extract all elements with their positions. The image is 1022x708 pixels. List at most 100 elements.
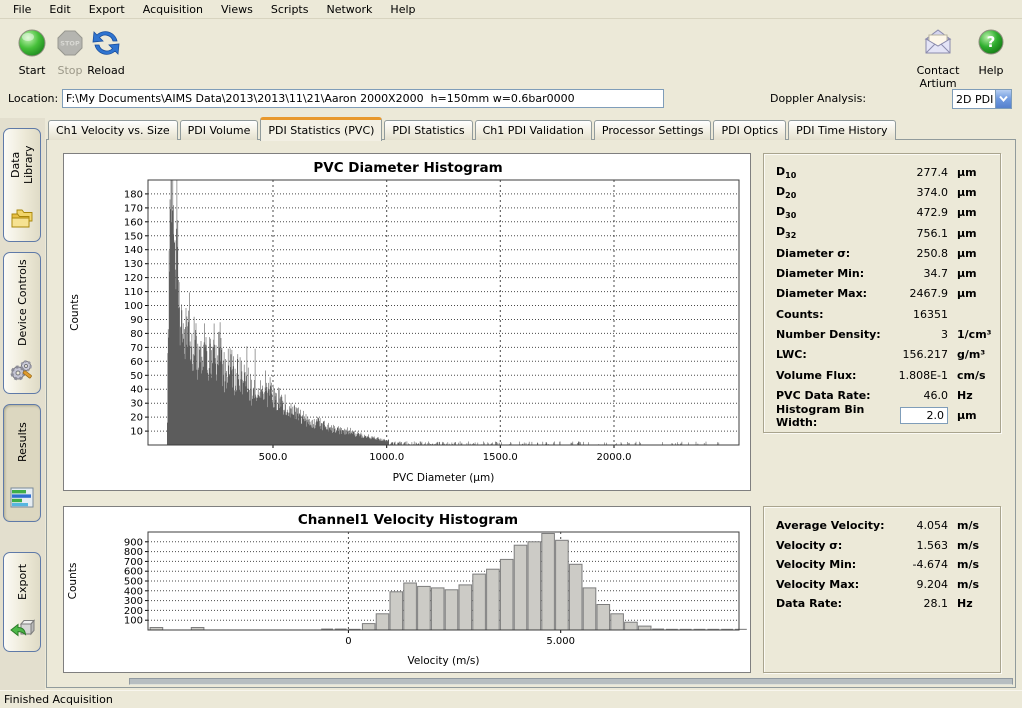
- svg-text:1500.0: 1500.0: [483, 452, 518, 463]
- doppler-analysis-select[interactable]: 2D PDI: [952, 89, 1012, 109]
- svg-text:900: 900: [124, 537, 143, 548]
- sidebar-item-data-library[interactable]: Data Library: [3, 128, 41, 242]
- menu-file[interactable]: File: [4, 1, 40, 18]
- stat-label: LWC:: [776, 348, 882, 361]
- stat-value: 16351: [882, 308, 948, 321]
- stat-value: 46.0: [882, 389, 948, 402]
- menu-network[interactable]: Network: [317, 1, 381, 18]
- location-input[interactable]: [62, 89, 664, 108]
- stat-value: 277.4: [882, 166, 948, 179]
- svg-text:180: 180: [124, 189, 143, 200]
- stat-label: Volume Flux:: [776, 369, 882, 382]
- velocity-histogram-bar: [638, 626, 651, 630]
- dropdown-arrow-button[interactable]: [995, 90, 1011, 108]
- sidebar: Data Library Device Controls Results Export: [0, 118, 45, 690]
- stat-label: Counts:: [776, 308, 882, 321]
- svg-text:400: 400: [124, 586, 143, 597]
- svg-text:100: 100: [124, 301, 143, 312]
- tab-page-pdi-statistics-pvc: 1020304050607080901001101201301401501601…: [46, 139, 1016, 688]
- svg-text:110: 110: [124, 287, 143, 298]
- stat-row: Diameter Min:34.7µm: [776, 263, 990, 283]
- sidebar-item-export[interactable]: Export: [3, 552, 41, 652]
- stat-label-subscript: 30: [785, 211, 796, 220]
- reload-button[interactable]: Reload: [80, 27, 132, 77]
- stat-unit: 1/cm³: [948, 328, 990, 341]
- folders-icon: [9, 206, 35, 233]
- svg-text:500.0: 500.0: [259, 452, 288, 463]
- tab-pdi-statistics[interactable]: PDI Statistics: [384, 120, 472, 140]
- sidebar-item-device-controls[interactable]: Device Controls: [3, 252, 41, 394]
- tab-pdi-time-history[interactable]: PDI Time History: [788, 120, 895, 140]
- stat-unit: Hz: [948, 389, 990, 402]
- app-window: FileEditExportAcquisitionViewsScriptsNet…: [0, 0, 1022, 708]
- pvc-histogram-bars: [167, 180, 719, 445]
- histogram-bin-width-input[interactable]: [900, 407, 948, 424]
- menu-scripts[interactable]: Scripts: [262, 1, 318, 18]
- help-button[interactable]: ? Help: [968, 27, 1014, 77]
- svg-text:140: 140: [124, 245, 143, 256]
- contact-artium-label: Contact Artium: [906, 64, 970, 90]
- sidebar-item-label: Data Library: [9, 129, 35, 204]
- stat-row: D30472.9µm: [776, 203, 990, 223]
- svg-text:130: 130: [124, 259, 143, 270]
- stat-row: Velocity Min:-4.674m/s: [776, 555, 990, 575]
- stat-unit: µm: [948, 227, 990, 240]
- status-bar: Finished Acquisition: [0, 690, 1022, 708]
- velocity-histogram-bar: [597, 605, 610, 631]
- reload-label: Reload: [80, 64, 132, 77]
- menu-help[interactable]: Help: [381, 1, 424, 18]
- stat-unit: m/s: [948, 578, 990, 591]
- menu-export[interactable]: Export: [80, 1, 134, 18]
- sidebar-item-label: Device Controls: [16, 253, 29, 356]
- svg-text:5.000: 5.000: [546, 636, 575, 647]
- stat-value: 156.217: [882, 348, 948, 361]
- svg-text:0: 0: [345, 636, 351, 647]
- stat-value: -4.674: [898, 558, 948, 571]
- svg-text:120: 120: [124, 273, 143, 284]
- stat-label: D30: [776, 205, 882, 220]
- sidebar-item-label: Export: [16, 553, 29, 614]
- svg-text:90: 90: [130, 315, 143, 326]
- stat-value: 756.1: [882, 227, 948, 240]
- menu-views[interactable]: Views: [212, 1, 262, 18]
- tab-pdi-volume[interactable]: PDI Volume: [180, 120, 259, 140]
- svg-text:1000.0: 1000.0: [369, 452, 404, 463]
- stat-unit: µm: [948, 206, 990, 219]
- velocity-histogram-bar: [487, 569, 500, 630]
- stat-label: D20: [776, 185, 882, 200]
- envelope-icon: [906, 27, 970, 61]
- svg-text:160: 160: [124, 217, 143, 228]
- stat-value: 250.8: [882, 247, 948, 260]
- menu-acquisition[interactable]: Acquisition: [134, 1, 212, 18]
- stat-row: Velocity σ:1.563m/s: [776, 536, 990, 556]
- tab-pdi-optics[interactable]: PDI Optics: [713, 120, 786, 140]
- tab-processor-settings[interactable]: Processor Settings: [594, 120, 712, 140]
- svg-text:100: 100: [124, 616, 143, 627]
- stat-value: 1.563: [898, 539, 948, 552]
- contact-artium-button[interactable]: Contact Artium: [906, 27, 970, 90]
- tab-ch1-pdi-validation[interactable]: Ch1 PDI Validation: [475, 120, 592, 140]
- svg-text:600: 600: [124, 567, 143, 578]
- velocity-histogram-bar: [445, 590, 458, 630]
- horizontal-scrollbar[interactable]: [129, 678, 1013, 685]
- sidebar-item-results[interactable]: Results: [3, 404, 41, 522]
- velocity-histogram-bar: [431, 588, 444, 630]
- tab-ch1-velocity-vs-size[interactable]: Ch1 Velocity vs. Size: [48, 120, 178, 140]
- tab-pdi-statistics-pvc[interactable]: PDI Statistics (PVC): [260, 117, 382, 141]
- stat-label: Diameter σ:: [776, 247, 882, 260]
- stat-row: D20374.0µm: [776, 182, 990, 202]
- svg-text:70: 70: [130, 343, 143, 354]
- stat-row: D10277.4µm: [776, 162, 990, 182]
- svg-text:40: 40: [130, 385, 143, 396]
- toolbar: Start STOP Stop Reload: [0, 20, 1022, 84]
- velocity-histogram-bar: [528, 542, 541, 630]
- stat-unit: Hz: [948, 597, 990, 610]
- menu-edit[interactable]: Edit: [40, 1, 79, 18]
- svg-text:80: 80: [130, 329, 143, 340]
- stat-label-subscript: 32: [785, 232, 796, 241]
- svg-text:50: 50: [130, 371, 143, 382]
- stat-value: 374.0: [882, 186, 948, 199]
- stat-row: Data Rate:28.1Hz: [776, 594, 990, 614]
- tab-strip: Ch1 Velocity vs. SizePDI VolumePDI Stati…: [48, 118, 898, 140]
- pvc-chart-title: PVC Diameter Histogram: [313, 160, 502, 176]
